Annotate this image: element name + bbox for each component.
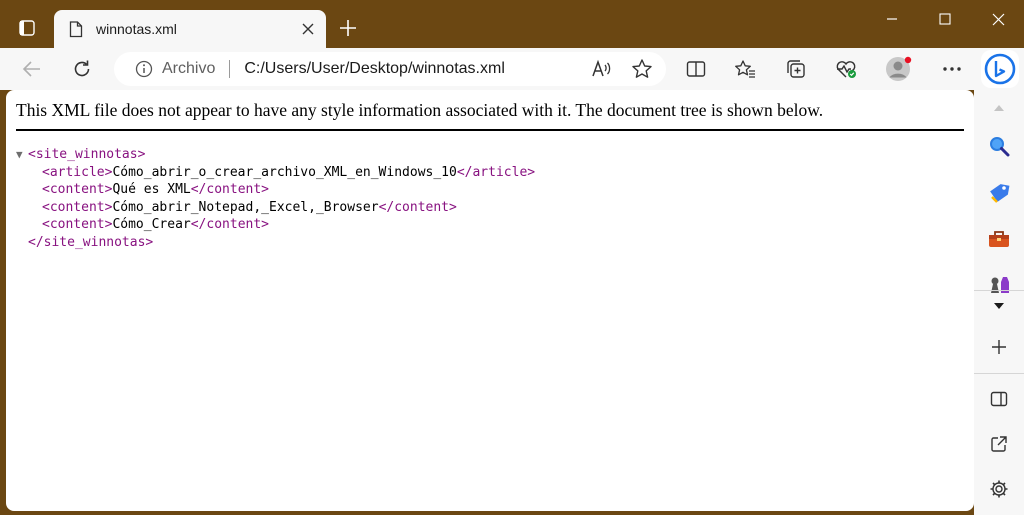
xml-text: Cómo_abrir_Notepad,_Excel,_Browser bbox=[112, 199, 379, 215]
xml-open-tag: <content> bbox=[42, 199, 113, 215]
new-tab-button[interactable] bbox=[334, 14, 362, 42]
sidebar-shopping-button[interactable] bbox=[983, 177, 1015, 209]
xml-root-close-tag: </site_winnotas> bbox=[28, 234, 154, 250]
sidebar-settings-button[interactable] bbox=[983, 473, 1015, 505]
sidebar-add-button[interactable] bbox=[983, 331, 1015, 363]
favorite-button[interactable] bbox=[626, 53, 658, 85]
maximize-button[interactable] bbox=[919, 0, 971, 38]
xml-root-open-tag: <site_winnotas> bbox=[28, 147, 146, 162]
xml-info-banner: This XML file does not appear to have an… bbox=[16, 100, 964, 131]
toolbox-icon bbox=[989, 231, 1009, 247]
sidebar bbox=[974, 90, 1024, 515]
address-separator bbox=[229, 60, 231, 78]
minimize-icon bbox=[887, 18, 897, 20]
favorites-button[interactable] bbox=[729, 53, 761, 85]
document-icon bbox=[68, 20, 84, 38]
xml-open-tag: <content> bbox=[42, 217, 113, 232]
xml-text: Qué es XML bbox=[112, 182, 191, 197]
refresh-icon bbox=[74, 60, 90, 77]
site-label: Archivo bbox=[162, 60, 216, 77]
sidebar-tools-button[interactable] bbox=[983, 223, 1015, 255]
sidebar-hide-button[interactable] bbox=[983, 383, 1015, 415]
read-aloud-button[interactable] bbox=[586, 53, 618, 85]
maximize-icon bbox=[939, 13, 951, 25]
xml-element-line: <content>Qué es XML</content> bbox=[16, 181, 535, 199]
collections-button[interactable] bbox=[780, 53, 812, 85]
xml-close-tag: </content> bbox=[190, 217, 270, 232]
refresh-button[interactable] bbox=[66, 53, 98, 85]
split-screen-button[interactable] bbox=[680, 53, 712, 85]
close-icon bbox=[302, 23, 314, 35]
back-arrow-icon bbox=[22, 61, 40, 77]
xml-root-close-line: </site_winnotas> bbox=[16, 234, 535, 252]
tab-actions-icon bbox=[19, 20, 35, 36]
xml-element-line: <article>Cómo_abrir_o_crear_archivo_XML_… bbox=[16, 164, 535, 182]
bing-copilot-button[interactable] bbox=[981, 50, 1019, 88]
split-screen-icon bbox=[686, 61, 706, 77]
minimize-button[interactable] bbox=[866, 0, 918, 38]
heart-pulse-icon bbox=[836, 61, 856, 78]
xml-close-tag: </content> bbox=[190, 182, 270, 197]
sidebar-search-button[interactable] bbox=[983, 130, 1015, 162]
collapse-toggle[interactable]: ▼ bbox=[16, 146, 28, 164]
shopping-tag-icon bbox=[990, 184, 1010, 203]
bing-copilot-icon bbox=[984, 53, 1016, 85]
page-viewport: This XML file does not appear to have an… bbox=[6, 90, 974, 511]
tab-title: winnotas.xml bbox=[96, 21, 177, 37]
tab-close-button[interactable] bbox=[294, 15, 322, 43]
more-options-icon bbox=[943, 67, 961, 71]
gear-icon bbox=[990, 480, 1008, 498]
search-icon bbox=[990, 137, 1010, 157]
back-button[interactable] bbox=[16, 53, 48, 85]
caret-up-icon bbox=[994, 105, 1004, 111]
xml-close-tag: </article> bbox=[456, 164, 536, 180]
read-aloud-icon bbox=[592, 59, 611, 77]
sidebar-panel-icon bbox=[990, 391, 1008, 407]
browser-essentials-button[interactable] bbox=[830, 53, 862, 85]
plus-icon bbox=[992, 340, 1006, 354]
xml-element-line: <content>Cómo_Crear</content> bbox=[16, 216, 535, 234]
xml-close-tag: </content> bbox=[378, 199, 457, 215]
url-field[interactable]: C:/Users/User/Desktop/winnotas.xml bbox=[244, 60, 586, 78]
caret-down-icon bbox=[994, 303, 1004, 309]
xml-open-tag: <article> bbox=[42, 164, 113, 180]
collections-icon bbox=[787, 60, 805, 78]
info-icon[interactable] bbox=[134, 59, 154, 79]
open-external-icon bbox=[991, 436, 1007, 452]
toolbar: Archivo C:/Users/User/Desktop/winnotas.x… bbox=[0, 48, 1024, 90]
star-icon bbox=[632, 59, 652, 78]
active-tab[interactable]: winnotas.xml bbox=[54, 10, 326, 48]
tab-actions-button[interactable] bbox=[10, 14, 44, 42]
title-bar: winnotas.xml bbox=[0, 0, 1024, 48]
more-options-button[interactable] bbox=[936, 53, 968, 85]
xml-document-tree: ▼ <site_winnotas> <article>Cómo_abrir_o_c… bbox=[16, 146, 535, 251]
profile-avatar-icon bbox=[886, 56, 912, 81]
address-bar[interactable]: Archivo C:/Users/User/Desktop/winnotas.x… bbox=[114, 52, 666, 86]
xml-text: Cómo_abrir_o_crear_archivo_XML_en_Window… bbox=[112, 164, 457, 180]
close-icon bbox=[992, 13, 1004, 25]
plus-icon bbox=[340, 20, 356, 36]
sidebar-divider bbox=[974, 373, 1024, 374]
window-close-button[interactable] bbox=[972, 0, 1024, 38]
xml-element-line: <content>Cómo_abrir_Notepad,_Excel,_Brow… bbox=[16, 199, 535, 217]
favorites-icon bbox=[735, 60, 755, 78]
sidebar-open-external-button[interactable] bbox=[983, 428, 1015, 460]
sidebar-expand-button[interactable] bbox=[983, 290, 1015, 322]
profile-button[interactable] bbox=[882, 53, 914, 85]
xml-text: Cómo_Crear bbox=[112, 217, 191, 232]
sidebar-scroll-up-button[interactable] bbox=[983, 92, 1015, 124]
xml-root-open-line: ▼ <site_winnotas> bbox=[16, 146, 535, 164]
xml-open-tag: <content> bbox=[42, 182, 113, 197]
